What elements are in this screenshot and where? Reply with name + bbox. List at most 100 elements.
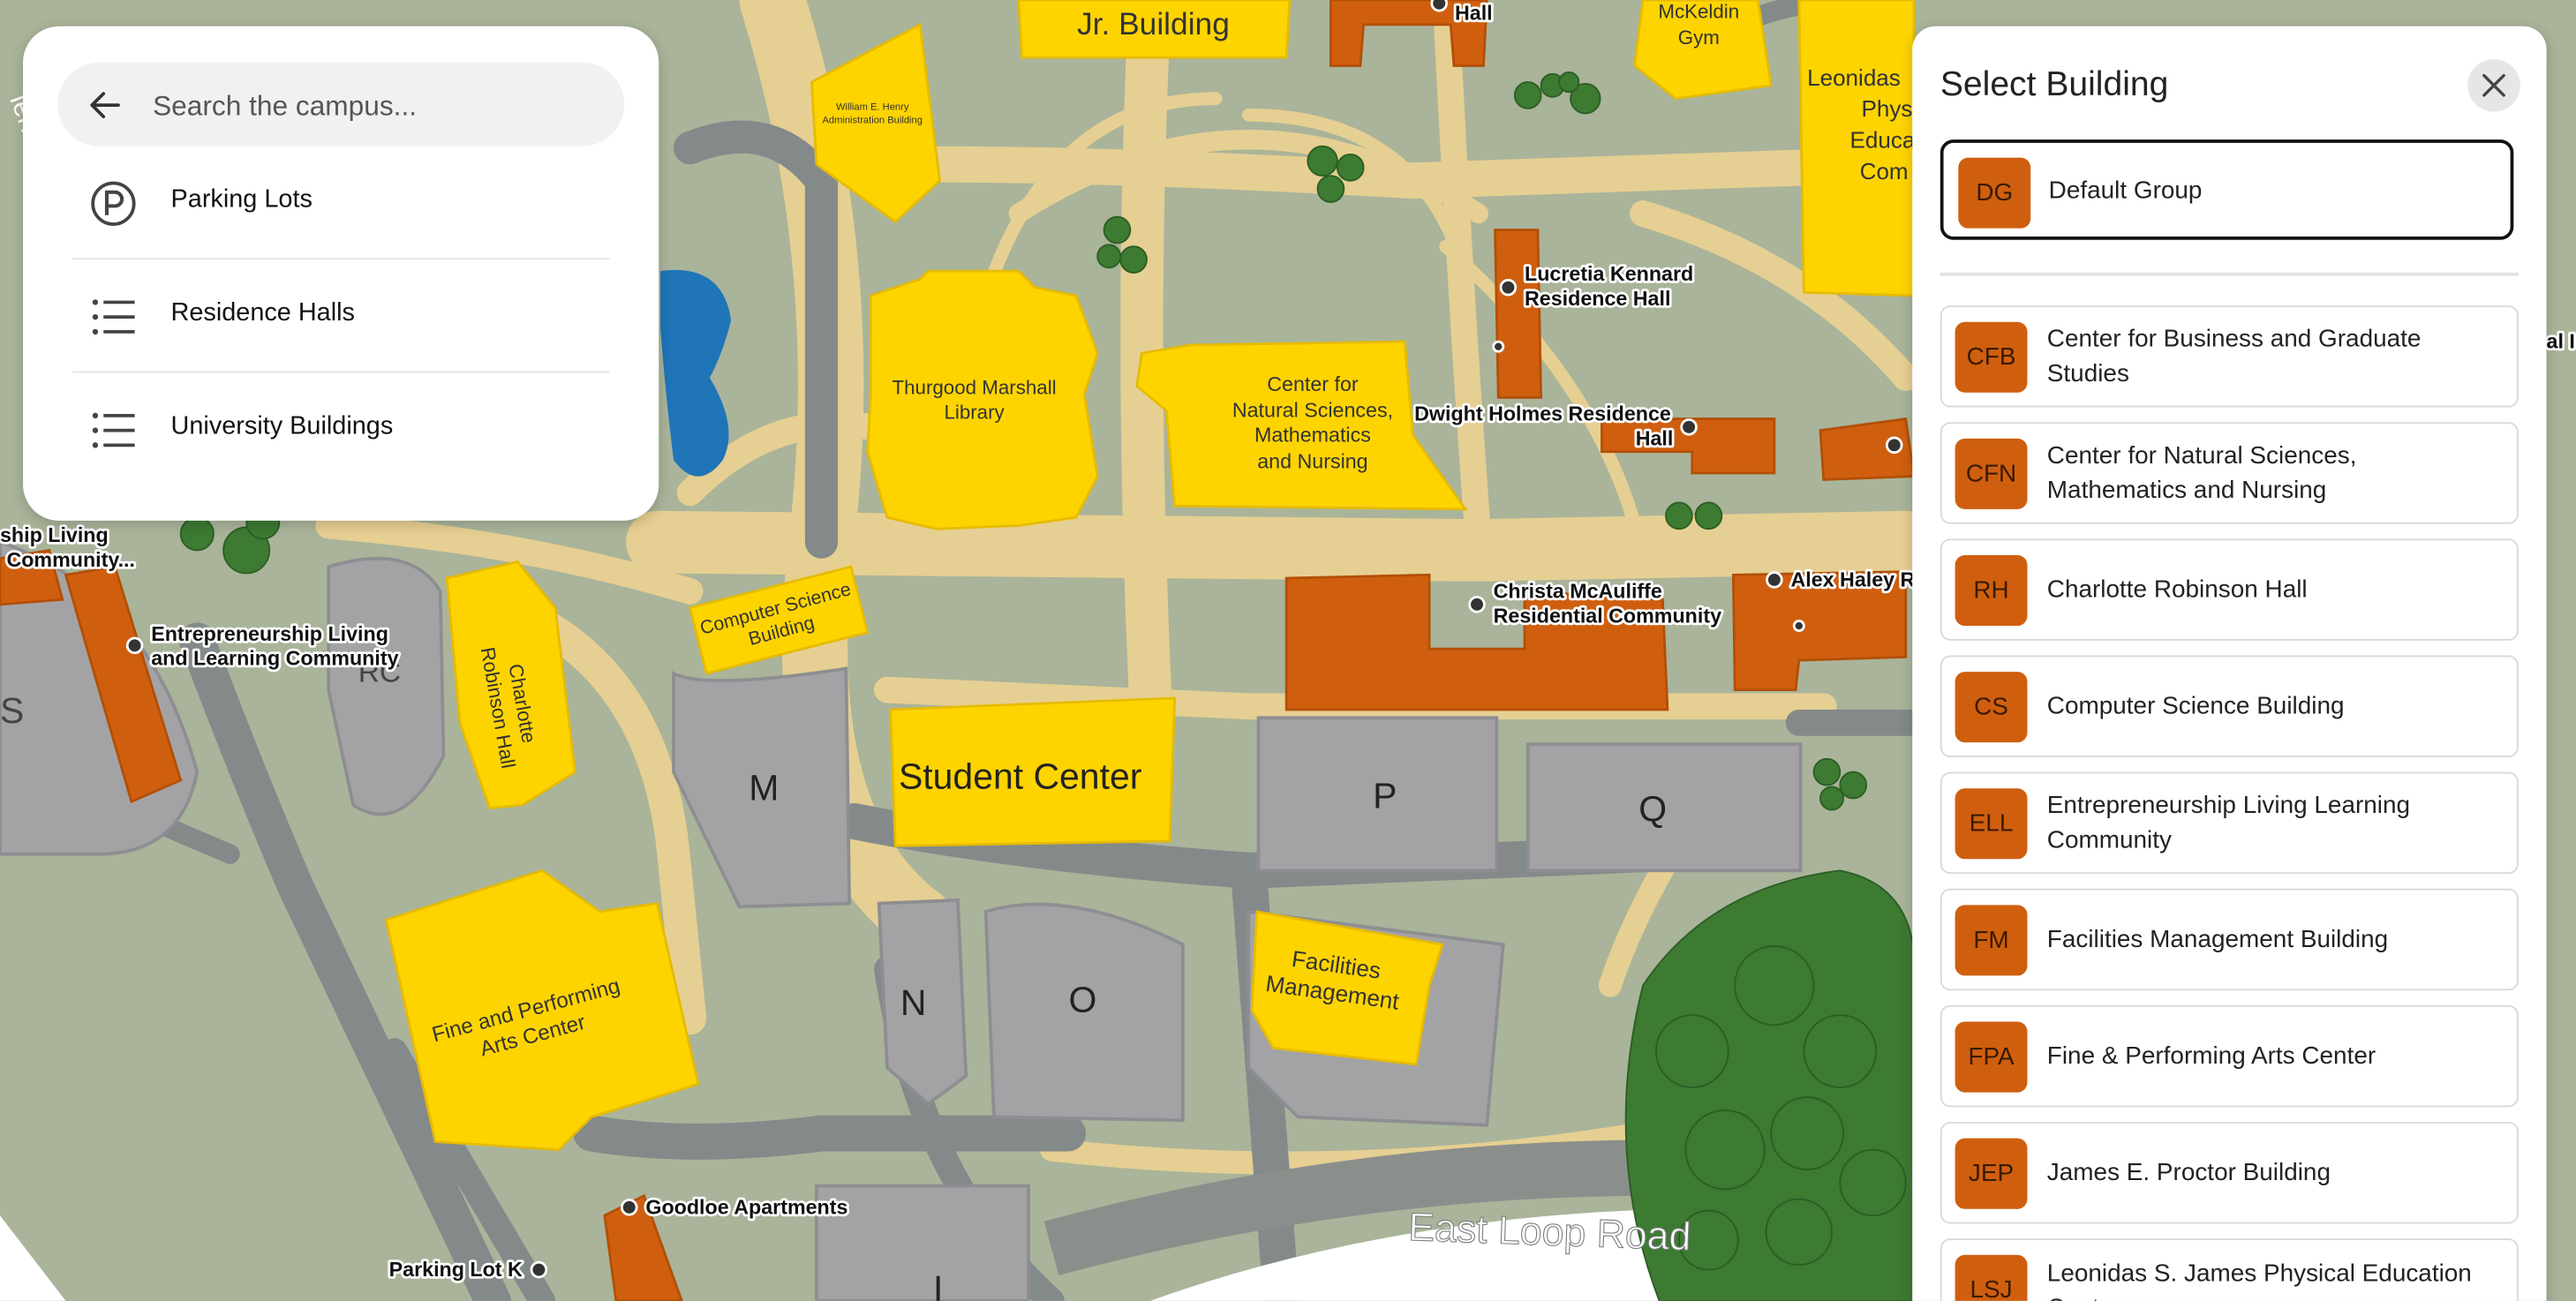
kennard-dot — [1492, 340, 1505, 353]
building-item-cfn[interactable]: CFN Center for Natural Sciences, Mathema… — [1940, 422, 2519, 524]
building-abbr-badge: DG — [1958, 157, 2031, 229]
building-item-cs[interactable]: CS Computer Science Building — [1940, 655, 2519, 757]
student-center-label: Student Center — [899, 756, 1141, 796]
kennard-marker — [1499, 278, 1518, 297]
menu-item-label: University Buildings — [170, 412, 394, 440]
search-input[interactable] — [149, 62, 616, 150]
holmes-label-1: Dwight Holmes Residence — [1414, 402, 1671, 425]
building-item-fm[interactable]: FM Facilities Management Building — [1940, 888, 2519, 991]
lot-i-label: I — [933, 1268, 943, 1301]
haley-label: Alex Haley R — [1790, 568, 1915, 590]
building-name: Leonidas S. James Physical Education Cen… — [2046, 1260, 2472, 1301]
lot-p-label: P — [1373, 776, 1397, 816]
menu-item-label: Residence Halls — [170, 298, 355, 327]
building-abbr-badge: RH — [1955, 555, 2028, 627]
ell-label-1: Entrepreneurship Living — [151, 622, 388, 645]
leonidas-label-3: Educa — [1849, 126, 1915, 153]
edge-label: al I — [2547, 330, 2575, 353]
lot-k-marker — [530, 1260, 548, 1279]
building-abbr-badge: FM — [1955, 905, 2028, 976]
parking-icon — [91, 181, 136, 226]
close-icon — [2482, 73, 2505, 97]
building-name: James E. Proctor Building — [2046, 1158, 2331, 1187]
mcauliffe-label-1: Christa McAuliffe — [1494, 579, 1662, 602]
building-item-rh[interactable]: RH Charlotte Robinson Hall — [1940, 538, 2519, 641]
building-abbr-badge: CS — [1955, 672, 2028, 743]
jr-building-label: Jr. Building — [1077, 7, 1230, 41]
building-name: Charlotte Robinson Hall — [2046, 575, 2308, 604]
building-name: Center for Natural Sciences, Mathematics… — [2046, 441, 2357, 505]
s-lot-label: S — [0, 690, 24, 731]
building-name: Computer Science Building — [2046, 692, 2345, 721]
panel-title: Select Building — [1940, 65, 2169, 104]
mcauliffe-label-2: Residential Community — [1494, 604, 1721, 627]
building-name: Facilities Management Building — [2046, 925, 2389, 954]
building-abbr-badge: FPA — [1955, 1021, 2028, 1093]
east-hall-marker — [1885, 436, 1903, 455]
building-name: Center for Business and Graduate Studies — [2046, 325, 2422, 388]
goodloe-marker — [620, 1199, 638, 1216]
ell-marker — [125, 636, 144, 655]
cnsm-label-3: Mathematics — [1254, 424, 1371, 447]
mcauliffe-marker — [1468, 596, 1486, 613]
default-group-item[interactable]: DG Default Group — [1940, 139, 2514, 240]
select-building-panel: Select Building DG Default Group CFB Cen… — [1912, 26, 2547, 1301]
building-item-cfb[interactable]: CFB Center for Business and Graduate Stu… — [1940, 305, 2519, 408]
leonidas-label-2: Phys — [1862, 95, 1913, 122]
holmes-label-2: Hall — [1636, 426, 1674, 449]
back-arrow-icon[interactable] — [84, 84, 126, 126]
kennard-hall — [1494, 229, 1543, 399]
mckeldin-label-2: Gym — [1678, 26, 1720, 49]
building-item-lsj[interactable]: LSJ Leonidas S. James Physical Education… — [1940, 1238, 2519, 1301]
close-button[interactable] — [2467, 58, 2520, 112]
goodloe-label: Goodloe Apartments — [645, 1195, 847, 1218]
ship-label-1: ship Living — [0, 523, 109, 546]
hall-top-label: Hall — [1455, 1, 1493, 24]
group-divider — [1940, 272, 2519, 276]
building-abbr-badge: ELL — [1955, 788, 2028, 860]
building-abbr-badge: LSJ — [1955, 1254, 2028, 1301]
kennard-label-2: Residence Hall — [1525, 287, 1670, 310]
holmes-marker — [1680, 418, 1698, 436]
haley-marker — [1766, 571, 1783, 589]
menu-item-label: Parking Lots — [170, 185, 313, 214]
cnsm-label-2: Natural Sciences, — [1232, 399, 1393, 422]
search-bar — [57, 62, 625, 150]
search-panel: Parking Lots Residence Halls University … — [23, 26, 659, 521]
building-name: Default Group — [2048, 176, 2203, 204]
list-icon — [92, 412, 135, 448]
henry-label-2: Administration Building — [822, 116, 922, 126]
kennard-label-1: Lucretia Kennard — [1525, 262, 1693, 285]
menu-item-residence-halls[interactable]: Residence Halls — [72, 259, 610, 372]
building-abbr-badge: JEP — [1955, 1138, 2028, 1209]
henry-label-1: William E. Henry — [836, 102, 909, 113]
building-item-jep[interactable]: JEP James E. Proctor Building — [1940, 1122, 2519, 1224]
library-label-2: Library — [944, 402, 1005, 424]
building-abbr-badge: CFB — [1955, 321, 2028, 393]
haley-dot — [1792, 620, 1805, 633]
hall-top-marker — [1430, 0, 1449, 12]
cnsm-label-1: Center for — [1267, 372, 1359, 395]
menu-item-university-buildings[interactable]: University Buildings — [72, 372, 610, 485]
list-icon — [92, 299, 135, 335]
building-abbr-badge: CFN — [1955, 438, 2028, 509]
leonidas-label-1: Leonidas — [1807, 64, 1901, 91]
library-label-1: Thurgood Marshall — [892, 377, 1056, 399]
building-item-ell[interactable]: ELL Entrepreneurship Living Learning Com… — [1940, 771, 2519, 875]
library — [866, 269, 1099, 530]
cnsm-label-4: and Nursing — [1257, 449, 1367, 472]
leonidas-label-4: Com — [1860, 158, 1909, 184]
menu-item-parking-lots[interactable]: Parking Lots — [72, 147, 610, 259]
lot-m-label: M — [749, 767, 779, 808]
mckeldin-label-1: McKeldin — [1658, 0, 1739, 22]
building-item-fpa[interactable]: FPA Fine & Performing Arts Center — [1940, 1004, 2519, 1108]
lot-i — [815, 1184, 1030, 1301]
ell-label-2: and Learning Community — [151, 647, 398, 670]
lot-n-label: N — [900, 982, 927, 1023]
building-name: Entrepreneurship Living Learning Communi… — [2046, 792, 2411, 854]
lot-k-label: Parking Lot K — [389, 1258, 523, 1281]
lot-q-label: Q — [1638, 789, 1667, 830]
ship-label-2: Community... — [6, 548, 135, 571]
building-name: Fine & Performing Arts Center — [2046, 1042, 2376, 1071]
lot-o-label: O — [1068, 979, 1096, 1019]
